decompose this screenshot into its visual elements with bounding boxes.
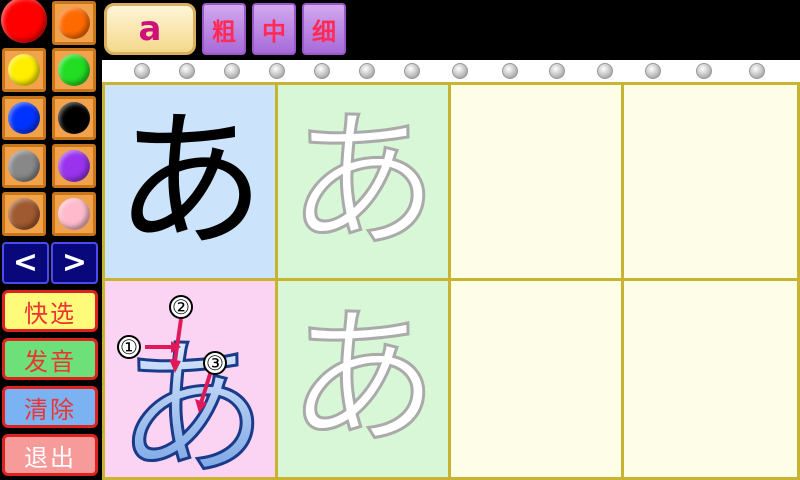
- ring-icon: [549, 63, 565, 79]
- quick-select-button[interactable]: 快选: [2, 290, 98, 332]
- color-yellow-swatch[interactable]: [2, 48, 46, 92]
- color-purple-swatch[interactable]: [52, 144, 96, 188]
- color-green-swatch[interactable]: [52, 48, 96, 92]
- practice-cell[interactable]: [621, 82, 800, 281]
- thin-stroke-button[interactable]: 细: [302, 3, 346, 55]
- color-pink-swatch[interactable]: [52, 192, 96, 236]
- ring-icon: [314, 63, 330, 79]
- thick-stroke-button[interactable]: 粗: [202, 3, 246, 55]
- exit-label: 退出: [24, 443, 76, 472]
- clear-label: 清除: [24, 395, 76, 424]
- color-gray-swatch[interactable]: [2, 144, 46, 188]
- sample-kana: あ: [114, 94, 265, 269]
- exit-button[interactable]: 退出: [2, 434, 98, 476]
- ring-icon: [452, 63, 468, 79]
- thin-label: 细: [312, 17, 336, 46]
- clear-button[interactable]: 清除: [2, 386, 98, 428]
- romaji-button[interactable]: a: [104, 3, 196, 55]
- ring-icon: [134, 63, 150, 79]
- color-orange-swatch[interactable]: [52, 1, 96, 45]
- quick-select-label: 快选: [24, 299, 76, 328]
- stroke-number-1: ①: [120, 335, 138, 359]
- sample-cell: あ: [102, 82, 278, 281]
- prev-button[interactable]: <: [2, 242, 49, 284]
- ring-icon: [224, 63, 240, 79]
- trace-kana: あ: [286, 292, 439, 466]
- color-blue-swatch[interactable]: [2, 96, 46, 140]
- stroke-number-3: ③: [206, 351, 224, 375]
- medium-label: 中: [262, 17, 286, 46]
- stroke-number-2: ②: [172, 295, 190, 319]
- practice-cell[interactable]: [448, 278, 624, 480]
- ring-icon: [749, 63, 765, 79]
- ring-icon: [645, 63, 661, 79]
- color-palette: < > 快选 发音 清除 退出: [0, 0, 100, 480]
- practice-cell[interactable]: [621, 278, 800, 480]
- trace-kana: あ: [286, 94, 439, 269]
- thick-label: 粗: [212, 17, 236, 46]
- ring-icon: [359, 63, 375, 79]
- color-brown-swatch[interactable]: [2, 192, 46, 236]
- romaji-label: a: [138, 9, 162, 49]
- ring-icon: [404, 63, 420, 79]
- trace-cell[interactable]: あ: [275, 278, 451, 480]
- ring-icon: [179, 63, 195, 79]
- ring-icon: [269, 63, 285, 79]
- next-arrow-icon: >: [61, 245, 88, 280]
- notebook-binding: [102, 60, 800, 83]
- prev-arrow-icon: <: [12, 245, 39, 280]
- trace-cell[interactable]: あ: [275, 82, 451, 281]
- practice-grid: あ あ あ ① ② ③ あ: [102, 82, 800, 480]
- practice-cell[interactable]: [448, 82, 624, 281]
- ring-icon: [696, 63, 712, 79]
- ring-icon: [597, 63, 613, 79]
- color-black-swatch[interactable]: [52, 96, 96, 140]
- stroke-order-cell: あ ① ② ③: [102, 278, 278, 480]
- color-red-swatch[interactable]: [1, 0, 48, 44]
- ring-icon: [502, 63, 518, 79]
- pronounce-button[interactable]: 发音: [2, 338, 98, 380]
- pronounce-label: 发音: [24, 347, 76, 376]
- medium-stroke-button[interactable]: 中: [252, 3, 296, 55]
- next-button[interactable]: >: [51, 242, 98, 284]
